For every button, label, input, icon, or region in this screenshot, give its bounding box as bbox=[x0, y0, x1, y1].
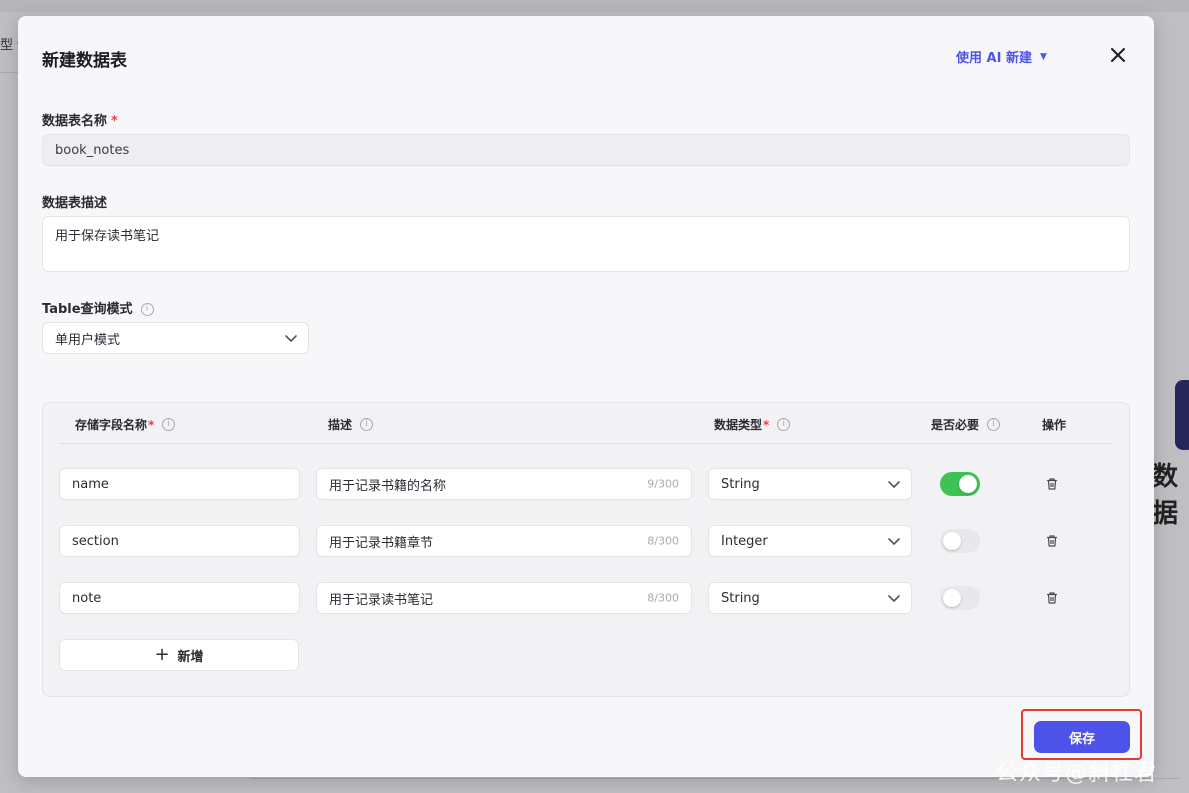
trash-icon[interactable] bbox=[1045, 477, 1059, 491]
toggle-knob bbox=[959, 475, 977, 493]
required-toggle[interactable] bbox=[940, 529, 980, 553]
info-icon[interactable]: i bbox=[162, 418, 176, 431]
table-name-label-text: 数据表名称 bbox=[42, 114, 108, 129]
field-desc-value: 用于记录读书笔记 bbox=[329, 592, 434, 608]
trash-icon[interactable] bbox=[1045, 591, 1059, 605]
header-actions: 操作 bbox=[1042, 418, 1067, 432]
background-topbar bbox=[0, 0, 1189, 12]
create-table-modal: 新建数据表 使用 AI 新建 ▼ 数据表名称 * book_notes 数据表描述… bbox=[18, 16, 1154, 777]
save-highlight-box: 保存 bbox=[1021, 709, 1142, 760]
field-desc-input[interactable]: 用于记录读书笔记 8/300 bbox=[316, 582, 692, 614]
char-counter: 8/300 bbox=[647, 534, 679, 548]
ai-create-label: 使用 AI 新建 bbox=[956, 51, 1032, 66]
info-icon[interactable]: i bbox=[777, 418, 791, 431]
header-field-name-text: 存储字段名称 bbox=[75, 418, 148, 432]
ai-create-button[interactable]: 使用 AI 新建 ▼ bbox=[956, 47, 1047, 66]
info-icon[interactable]: i bbox=[140, 303, 154, 316]
header-data-type: 数据类型 * i bbox=[714, 416, 791, 433]
field-type-value: Integer bbox=[721, 533, 768, 549]
background-divider bbox=[0, 72, 18, 73]
header-description-text: 描述 bbox=[328, 418, 353, 432]
caret-down-icon: ▼ bbox=[1039, 51, 1047, 62]
field-type-select[interactable]: String bbox=[708, 468, 912, 500]
char-counter: 8/300 bbox=[647, 591, 679, 605]
close-icon[interactable] bbox=[1108, 45, 1128, 65]
required-toggle[interactable] bbox=[940, 472, 980, 496]
required-mark: * bbox=[763, 417, 770, 432]
info-icon[interactable]: i bbox=[987, 418, 1001, 431]
field-name-input[interactable]: name bbox=[59, 468, 300, 500]
trash-icon[interactable] bbox=[1045, 534, 1059, 548]
table-desc-textarea[interactable]: 用于保存读书笔记 bbox=[42, 216, 1130, 272]
field-name-input[interactable]: note bbox=[59, 582, 300, 614]
table-name-value: book_notes bbox=[55, 142, 130, 158]
fields-table: 存储字段名称 * i 描述 i 数据类型 * i 是否必要 i 操作 name 用于记录书籍… bbox=[42, 402, 1130, 697]
query-mode-value: 单用户模式 bbox=[55, 332, 121, 348]
field-name-value: section bbox=[72, 533, 119, 549]
query-mode-label-text: Table查询模式 bbox=[42, 302, 133, 317]
field-type-value: String bbox=[721, 590, 760, 606]
chevron-down-icon bbox=[888, 481, 900, 488]
field-desc-value: 用于记录书籍章节 bbox=[329, 535, 434, 551]
field-name-value: note bbox=[72, 590, 102, 606]
field-type-select[interactable]: Integer bbox=[708, 525, 912, 557]
query-mode-select[interactable]: 单用户模式 bbox=[42, 322, 309, 354]
chevron-down-icon bbox=[888, 595, 900, 602]
background-right-block bbox=[1175, 380, 1189, 450]
field-type-select[interactable]: String bbox=[708, 582, 912, 614]
chevron-down-icon bbox=[888, 538, 900, 545]
field-desc-input[interactable]: 用于记录书籍的名称 9/300 bbox=[316, 468, 692, 500]
table-name-label: 数据表名称 * bbox=[42, 110, 118, 129]
save-button[interactable]: 保存 bbox=[1034, 721, 1130, 753]
field-desc-input[interactable]: 用于记录书籍章节 8/300 bbox=[316, 525, 692, 557]
field-name-input[interactable]: section bbox=[59, 525, 300, 557]
field-desc-value: 用于记录书籍的名称 bbox=[329, 478, 447, 494]
header-divider bbox=[59, 443, 1113, 444]
plus-icon: + bbox=[154, 644, 170, 665]
header-field-name: 存储字段名称 * i bbox=[75, 416, 176, 433]
table-desc-value: 用于保存读书笔记 bbox=[55, 229, 160, 244]
required-mark: * bbox=[148, 417, 155, 432]
query-mode-label: Table查询模式 i bbox=[42, 298, 154, 317]
add-field-button[interactable]: + 新增 bbox=[59, 639, 299, 671]
modal-title: 新建数据表 bbox=[42, 51, 127, 71]
header-data-type-text: 数据类型 bbox=[714, 418, 763, 432]
toggle-knob bbox=[943, 532, 961, 550]
required-mark: * bbox=[111, 114, 118, 129]
table-name-input[interactable]: book_notes bbox=[42, 134, 1130, 166]
watermark: 公众号@斜杠君 bbox=[996, 761, 1158, 786]
header-description: 描述 i bbox=[328, 416, 374, 433]
header-is-required-text: 是否必要 bbox=[931, 418, 980, 432]
toggle-knob bbox=[943, 589, 961, 607]
header-is-required: 是否必要 i bbox=[931, 416, 1001, 433]
field-type-value: String bbox=[721, 476, 760, 492]
info-icon[interactable]: i bbox=[360, 418, 374, 431]
add-field-label: 新增 bbox=[177, 649, 204, 665]
char-counter: 9/300 bbox=[647, 477, 679, 491]
field-name-value: name bbox=[72, 476, 109, 492]
required-toggle[interactable] bbox=[940, 586, 980, 610]
chevron-down-icon bbox=[285, 335, 297, 342]
background-right-text: 数据 bbox=[1152, 462, 1179, 529]
table-desc-label: 数据表描述 bbox=[42, 196, 108, 211]
